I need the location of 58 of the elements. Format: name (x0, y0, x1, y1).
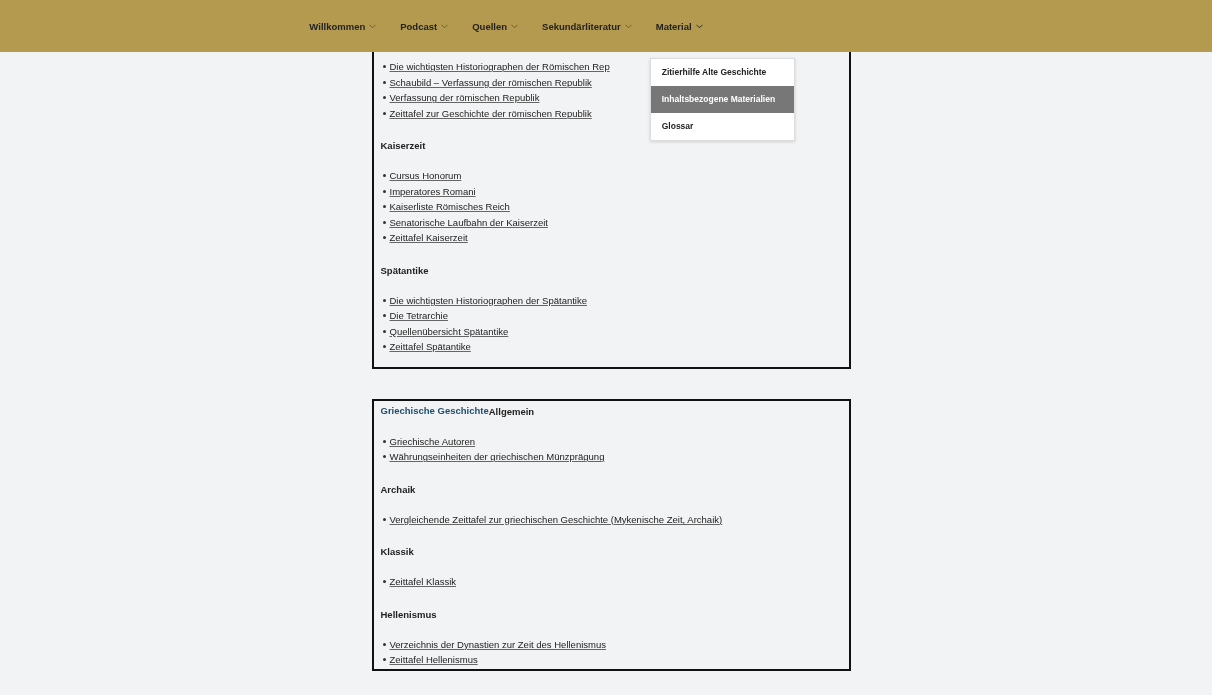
caret-icon (624, 23, 632, 29)
bullet-icon (382, 220, 386, 224)
content-link[interactable]: Kaiserliste Römisches Reich (389, 201, 510, 213)
content-link[interactable]: Cursus Honorum (389, 170, 462, 182)
group-heading: Klassik (380, 545, 415, 559)
bullet-icon (382, 189, 386, 193)
caret-icon (441, 23, 449, 29)
bullet-icon (382, 298, 386, 302)
nav-link[interactable]: Sekundärliteratur (542, 20, 632, 32)
content-link[interactable]: Die wichtigsten Historiographen der Römischen Rep (389, 61, 610, 73)
bullet-icon (382, 236, 386, 240)
content-link[interactable]: Griechische Autoren (389, 435, 476, 447)
caret-icon (695, 23, 703, 29)
bullet-icon (382, 658, 386, 662)
bullet-icon (382, 314, 386, 318)
bullet-icon (382, 580, 386, 584)
content-link[interactable]: Zeittafel Spätantike (389, 341, 471, 353)
group-heading: Kaiserzeit (380, 139, 427, 153)
nav-link[interactable]: Podcast (400, 20, 449, 32)
bullet-icon (382, 205, 386, 209)
content-link[interactable]: Quellenübersicht Spätantike (389, 325, 509, 337)
bullet-icon (382, 174, 386, 178)
bullet-icon (382, 329, 386, 333)
content-link[interactable]: Vergleichende Zeittafel zur griechischen Geschichte (Mykenische Zeit, Archaik) (389, 513, 723, 525)
bullet-icon (382, 65, 386, 69)
menu-item[interactable]: Zitierhilfe Alte Geschichte (650, 58, 794, 86)
content-link[interactable]: Zeittafel Hellenismus (389, 654, 478, 666)
bullet-icon (382, 111, 386, 115)
menu-item[interactable]: Inhaltsbezogene Materialien (650, 85, 794, 113)
bullet-icon (382, 642, 386, 646)
group-heading: Hellenismus (380, 607, 438, 622)
caret-icon (369, 23, 377, 29)
group-heading: Allgemein (488, 404, 535, 419)
content-link[interactable]: Schaubild – Verfassung der römischen Republik (389, 76, 592, 88)
bullet-icon (382, 96, 386, 100)
nav-link[interactable]: Willkommen (309, 20, 377, 32)
bullet-icon (382, 439, 386, 443)
group-heading: Spätantike (380, 263, 430, 278)
group-heading: Archaik (380, 482, 417, 497)
content-link[interactable]: Zeittafel Klassik (389, 576, 457, 588)
content-link[interactable]: Währungseinheiten der griechischen Münzprägung (389, 451, 605, 463)
content-link[interactable]: Die wichtigsten Historiographen der Spätantike (389, 294, 587, 306)
section-link[interactable]: Griechische Geschichte (380, 404, 489, 419)
content-link[interactable]: Imperatores Romani (389, 185, 476, 197)
nav-link[interactable]: Quellen (472, 20, 519, 32)
content-link[interactable]: Senatorische Laufbahn der Kaiserzeit (389, 216, 548, 228)
menu-item[interactable]: Glossar (650, 112, 794, 140)
content-link[interactable]: Zeittafel Kaiserzeit (389, 232, 468, 244)
bullet-icon (382, 345, 386, 349)
bullet-icon (382, 517, 386, 521)
caret-icon (511, 23, 519, 29)
nav-link[interactable]: Material (655, 20, 703, 32)
content-link[interactable]: Verzeichnis der Dynastien zur Zeit des Hellenismus (389, 638, 606, 650)
content-link[interactable]: Die Tetrarchie (389, 310, 448, 322)
content-link[interactable]: Verfassung der römischen Republik (389, 92, 540, 104)
content-link[interactable]: Zeittafel zur Geschichte der römischen Republik (389, 107, 592, 119)
bullet-icon (382, 455, 386, 459)
bullet-icon (382, 80, 386, 84)
